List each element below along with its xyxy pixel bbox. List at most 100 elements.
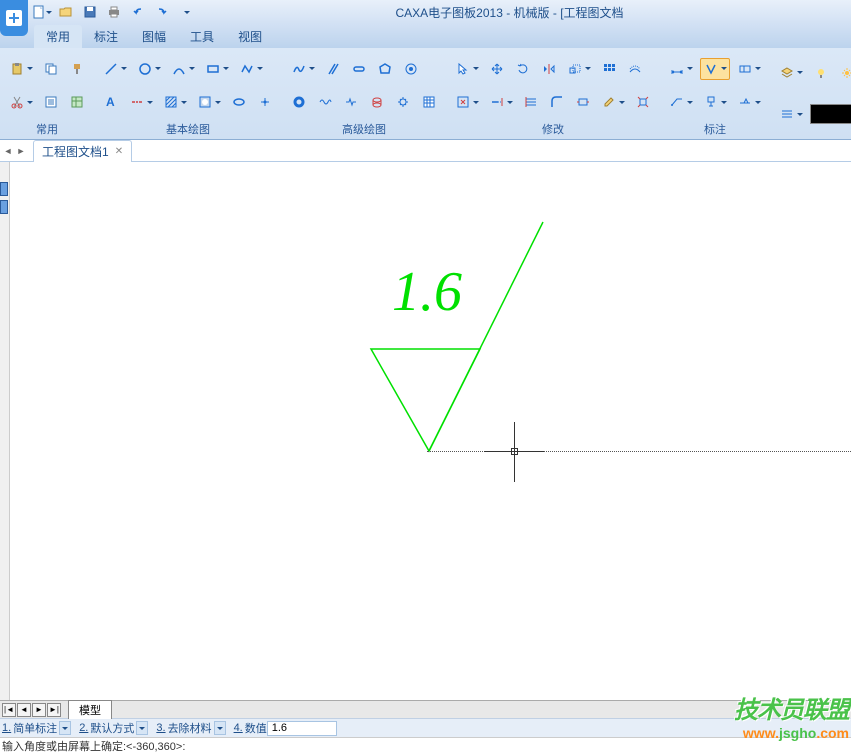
hatch-icon	[164, 95, 178, 109]
close-icon[interactable]: ✕	[115, 146, 123, 157]
model-nav-last[interactable]: ►|	[47, 703, 61, 717]
hatch-dropdown[interactable]	[160, 91, 190, 113]
props-icon	[44, 95, 58, 109]
parallel-icon	[326, 62, 340, 76]
rotate-button[interactable]	[512, 58, 534, 80]
chamfer-button[interactable]	[572, 91, 594, 113]
layer-mgr-dropdown[interactable]	[776, 62, 806, 84]
tolerance-dropdown[interactable]	[734, 58, 764, 80]
tab-annotate[interactable]: 标注	[82, 25, 130, 48]
open-icon	[59, 5, 73, 19]
point-button[interactable]	[254, 91, 276, 113]
roughness-dropdown[interactable]	[700, 58, 730, 80]
parallel-button[interactable]	[322, 58, 344, 80]
param-dropdown[interactable]	[59, 721, 71, 735]
trim-dropdown[interactable]	[452, 91, 482, 113]
wave-icon	[318, 95, 332, 109]
edit-dropdown[interactable]	[598, 91, 628, 113]
lineweight-swatch[interactable]	[810, 104, 851, 124]
offset-icon	[628, 62, 642, 76]
ribbon-group-label: 常用	[6, 119, 88, 139]
boundary-button[interactable]	[400, 58, 422, 80]
break-button[interactable]	[340, 91, 362, 113]
ruler-marker[interactable]	[0, 200, 8, 214]
paste-dropdown[interactable]	[6, 58, 36, 80]
centerline-dropdown[interactable]	[126, 91, 156, 113]
move-button[interactable]	[486, 58, 508, 80]
watermark: 技术员联盟 www.jsgho.com	[734, 690, 851, 741]
linetype-dropdown[interactable]	[776, 103, 806, 125]
hole-button[interactable]	[366, 91, 388, 113]
explode-button[interactable]	[632, 91, 654, 113]
block-dropdown[interactable]	[194, 91, 224, 113]
tab-frame[interactable]: 图幅	[130, 25, 178, 48]
tab-common[interactable]: 常用	[34, 25, 82, 48]
ruler-marker[interactable]	[0, 182, 8, 196]
format-painter-button[interactable]	[66, 58, 88, 80]
extend-dropdown[interactable]	[486, 91, 516, 113]
leader-dropdown[interactable]	[666, 91, 696, 113]
doc-tab-prev[interactable]: ◄	[2, 144, 14, 158]
copy-button[interactable]	[40, 58, 62, 80]
properties-button[interactable]	[40, 91, 62, 113]
param-dropdown[interactable]	[136, 721, 148, 735]
param-dropdown[interactable]	[214, 721, 226, 735]
rect-dropdown[interactable]	[202, 58, 232, 80]
sine-button[interactable]	[314, 91, 336, 113]
polyline-dropdown[interactable]	[236, 58, 266, 80]
watermark-line2: www.jsgho.com	[734, 725, 849, 741]
model-nav: |◄ ◄ ► ►|	[0, 703, 64, 717]
select-dropdown[interactable]	[452, 58, 482, 80]
ellipse-icon	[232, 95, 246, 109]
line-dropdown[interactable]	[100, 58, 130, 80]
ellipse-button[interactable]	[228, 91, 250, 113]
model-nav-next[interactable]: ►	[32, 703, 46, 717]
gear-button[interactable]	[392, 91, 414, 113]
circle-dropdown[interactable]	[134, 58, 164, 80]
arc-dropdown[interactable]	[168, 58, 198, 80]
fillet-button[interactable]	[546, 91, 568, 113]
mirror-button[interactable]	[538, 58, 560, 80]
spline-dropdown[interactable]	[288, 58, 318, 80]
paste-icon	[10, 62, 24, 76]
layer-freeze[interactable]	[836, 62, 851, 84]
doc-tab-next[interactable]: ►	[15, 144, 27, 158]
array-button[interactable]	[598, 58, 620, 80]
ribbon-group-advanced-draw: 高级绘图	[282, 48, 446, 139]
table-button[interactable]	[418, 91, 440, 113]
tangent-button[interactable]	[348, 58, 370, 80]
drawing-canvas[interactable]: 1.6	[10, 162, 851, 700]
wave-button[interactable]	[288, 91, 310, 113]
dim-linear-dropdown[interactable]	[666, 58, 696, 80]
model-nav-first[interactable]: |◄	[2, 703, 16, 717]
model-nav-prev[interactable]: ◄	[17, 703, 31, 717]
layer-bulb[interactable]	[810, 62, 832, 84]
scale-dropdown[interactable]	[564, 58, 594, 80]
tab-tools[interactable]: 工具	[178, 25, 226, 48]
qat-save[interactable]	[80, 2, 100, 22]
offset-button[interactable]	[624, 58, 646, 80]
model-tab[interactable]: 模型	[68, 700, 112, 719]
qat-print[interactable]	[104, 2, 124, 22]
qat-new-dropdown[interactable]	[32, 2, 52, 22]
tab-view[interactable]: 视图	[226, 25, 274, 48]
qat-redo[interactable]	[152, 2, 172, 22]
edit-icon	[602, 95, 616, 109]
document-tab[interactable]: 工程图文档1 ✕	[33, 140, 132, 162]
delete-button[interactable]	[66, 91, 88, 113]
qat-open[interactable]	[56, 2, 76, 22]
rotate-icon	[516, 62, 530, 76]
command-line[interactable]: 输入角度或由屏幕上确定:<-360,360>:	[0, 737, 851, 754]
polygon-button[interactable]	[374, 58, 396, 80]
qat-undo[interactable]	[128, 2, 148, 22]
datum-dropdown[interactable]	[700, 91, 730, 113]
block-icon	[198, 95, 212, 109]
qat-customize-dropdown[interactable]	[176, 2, 196, 22]
app-logo[interactable]	[0, 0, 28, 36]
cut-dropdown[interactable]	[6, 91, 36, 113]
weld-dropdown[interactable]	[734, 91, 764, 113]
text-button[interactable]: A	[100, 91, 122, 113]
text-icon: A	[104, 95, 118, 109]
param-value-input[interactable]	[267, 721, 337, 736]
break2-button[interactable]	[520, 91, 542, 113]
